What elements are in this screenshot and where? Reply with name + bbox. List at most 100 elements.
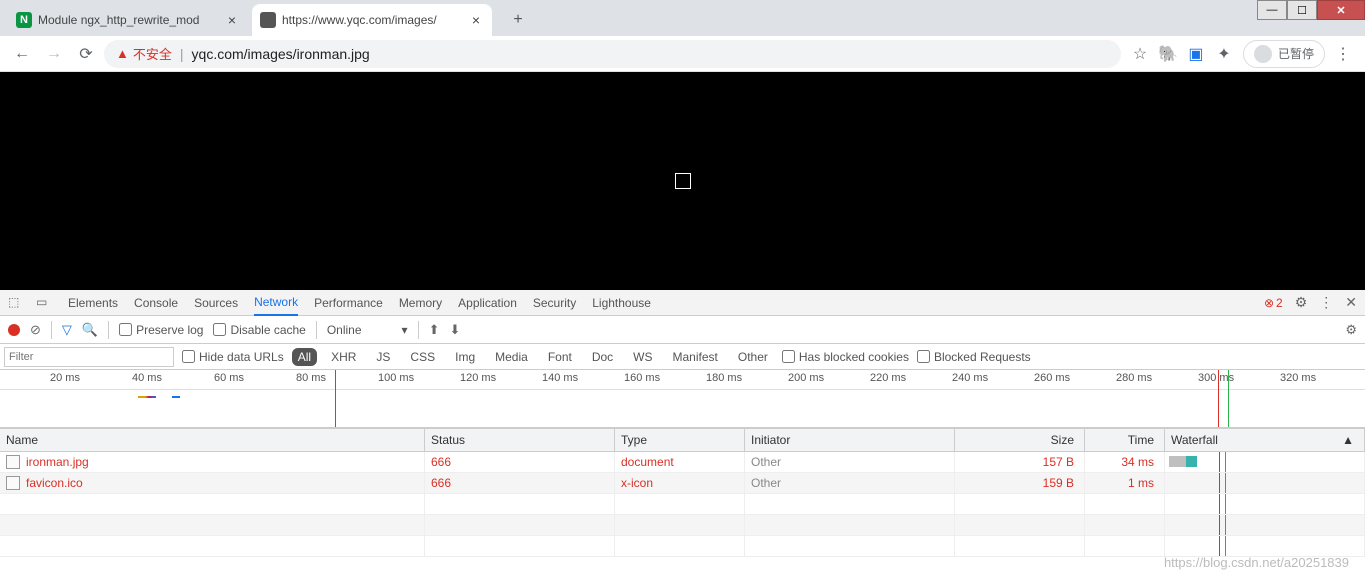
filter-input[interactable] (4, 347, 174, 367)
inspect-element-icon[interactable]: ⬚ (8, 295, 24, 311)
filter-type-js[interactable]: JS (370, 348, 396, 366)
network-timeline[interactable]: 20 ms40 ms60 ms80 ms100 ms120 ms140 ms16… (0, 370, 1365, 428)
new-tab-button[interactable]: + (504, 6, 532, 34)
col-name[interactable]: Name (0, 429, 425, 451)
devtools-tab-lighthouse[interactable]: Lighthouse (592, 290, 651, 316)
preserve-log-checkbox[interactable]: Preserve log (119, 323, 203, 337)
nav-forward-button[interactable]: → (40, 40, 68, 68)
table-row-empty (0, 515, 1365, 536)
devtools-tab-console[interactable]: Console (134, 290, 178, 316)
timeline-tick: 60 ms (214, 372, 244, 384)
timeline-tick: 20 ms (50, 372, 80, 384)
filter-type-doc[interactable]: Doc (586, 348, 619, 366)
timeline-tick: 200 ms (788, 372, 824, 384)
timeline-bar (172, 396, 180, 398)
search-icon[interactable]: 🔍 (82, 322, 98, 338)
devtools-tab-network[interactable]: Network (254, 290, 298, 316)
file-icon (6, 455, 20, 469)
devtools-tab-performance[interactable]: Performance (314, 290, 383, 316)
tab-close-icon[interactable]: × (224, 12, 240, 28)
file-icon (6, 476, 20, 490)
avatar-icon (1254, 45, 1272, 63)
upload-icon[interactable]: ⬆ (429, 322, 440, 338)
timeline-bar (138, 396, 156, 398)
extensions-puzzle-icon[interactable]: ✦ (1215, 45, 1233, 63)
devtools-tab-application[interactable]: Application (458, 290, 517, 316)
chevron-down-icon[interactable]: ▾ (402, 323, 408, 337)
timeline-tick: 180 ms (706, 372, 742, 384)
url-text: yqc.com/images/ironman.jpg (192, 46, 370, 62)
profile-label: 已暂停 (1278, 45, 1314, 62)
window-minimize-button[interactable]: — (1257, 0, 1287, 20)
timeline-tick: 40 ms (132, 372, 162, 384)
filter-type-ws[interactable]: WS (627, 348, 658, 366)
throttle-select[interactable]: Online (327, 323, 362, 337)
filter-type-css[interactable]: CSS (404, 348, 441, 366)
devtools-panel: ⬚ ▭ Elements Console Sources Network Per… (0, 290, 1365, 557)
table-row-empty (0, 494, 1365, 515)
tab-close-icon[interactable]: × (468, 12, 484, 28)
filter-type-media[interactable]: Media (489, 348, 534, 366)
window-maximize-button[interactable]: ☐ (1287, 0, 1317, 20)
page-content (0, 72, 1365, 290)
timeline-tick: 100 ms (378, 372, 414, 384)
network-settings-icon[interactable]: ⚙ (1345, 322, 1357, 338)
devtools-menu-icon[interactable]: ⋮ (1319, 294, 1333, 311)
timeline-tick: 140 ms (542, 372, 578, 384)
col-time[interactable]: Time (1085, 429, 1165, 451)
devtools-tab-elements[interactable]: Elements (68, 290, 118, 316)
tab-title: Module ngx_http_rewrite_mod (38, 13, 218, 27)
broken-image-icon (675, 173, 691, 189)
col-initiator[interactable]: Initiator (745, 429, 955, 451)
timeline-tick: 280 ms (1116, 372, 1152, 384)
devtools-tab-sources[interactable]: Sources (194, 290, 238, 316)
download-icon[interactable]: ⬇ (449, 322, 460, 338)
table-row[interactable]: favicon.ico 666 x-icon Other 159 B 1 ms (0, 473, 1365, 494)
blocked-cookies-checkbox[interactable]: Has blocked cookies (782, 350, 909, 364)
devtools-tab-security[interactable]: Security (533, 290, 576, 316)
col-waterfall[interactable]: Waterfall▲ (1165, 429, 1365, 451)
nav-back-button[interactable]: ← (8, 40, 36, 68)
timeline-load-line-red (1218, 370, 1219, 427)
window-close-button[interactable]: ✕ (1317, 0, 1365, 20)
timeline-tick: 80 ms (296, 372, 326, 384)
devtools-tab-memory[interactable]: Memory (399, 290, 442, 316)
blocked-requests-checkbox[interactable]: Blocked Requests (917, 350, 1031, 364)
timeline-tick: 260 ms (1034, 372, 1070, 384)
col-size[interactable]: Size (955, 429, 1085, 451)
clear-button-icon[interactable]: ⊘ (30, 322, 41, 338)
error-icon: ⊗ (1264, 296, 1274, 310)
evernote-icon[interactable]: 🐘 (1159, 45, 1177, 63)
extension-blue-icon[interactable]: ▣ (1187, 45, 1205, 63)
disable-cache-checkbox[interactable]: Disable cache (213, 323, 305, 337)
sort-icon: ▲ (1342, 433, 1354, 447)
filter-type-img[interactable]: Img (449, 348, 481, 366)
browser-tab-1[interactable]: https://www.yqc.com/images/ × (252, 4, 492, 36)
col-status[interactable]: Status (425, 429, 615, 451)
filter-type-all[interactable]: All (292, 348, 317, 366)
browser-menu-button[interactable]: ⋮ (1329, 40, 1357, 68)
device-toggle-icon[interactable]: ▭ (36, 295, 52, 311)
filter-type-font[interactable]: Font (542, 348, 578, 366)
browser-tab-0[interactable]: N Module ngx_http_rewrite_mod × (8, 4, 248, 36)
network-toolbar: ⊘ ▽ 🔍 Preserve log Disable cache Online … (0, 316, 1365, 344)
filter-type-manifest[interactable]: Manifest (667, 348, 724, 366)
error-count-badge[interactable]: ⊗ 2 (1264, 296, 1283, 310)
profile-button[interactable]: 已暂停 (1243, 40, 1325, 68)
nav-reload-button[interactable]: ⟳ (72, 40, 100, 68)
window-controls: — ☐ ✕ (1257, 0, 1365, 20)
favicon-image-icon (260, 12, 276, 28)
record-button[interactable] (8, 324, 20, 336)
devtools-settings-icon[interactable]: ⚙ (1295, 294, 1308, 311)
col-type[interactable]: Type (615, 429, 745, 451)
star-icon[interactable]: ☆ (1131, 45, 1149, 63)
url-box[interactable]: ▲ 不安全 | yqc.com/images/ironman.jpg (104, 40, 1121, 68)
filter-toggle-icon[interactable]: ▽ (62, 322, 72, 338)
devtools-close-icon[interactable]: ✕ (1345, 294, 1357, 311)
hide-data-urls-checkbox[interactable]: Hide data URLs (182, 350, 284, 364)
filter-type-xhr[interactable]: XHR (325, 348, 362, 366)
table-row[interactable]: ironman.jpg 666 document Other 157 B 34 … (0, 452, 1365, 473)
timeline-domcontent-line (335, 370, 336, 427)
filter-type-other[interactable]: Other (732, 348, 774, 366)
network-filter-bar: Hide data URLs All XHR JS CSS Img Media … (0, 344, 1365, 370)
